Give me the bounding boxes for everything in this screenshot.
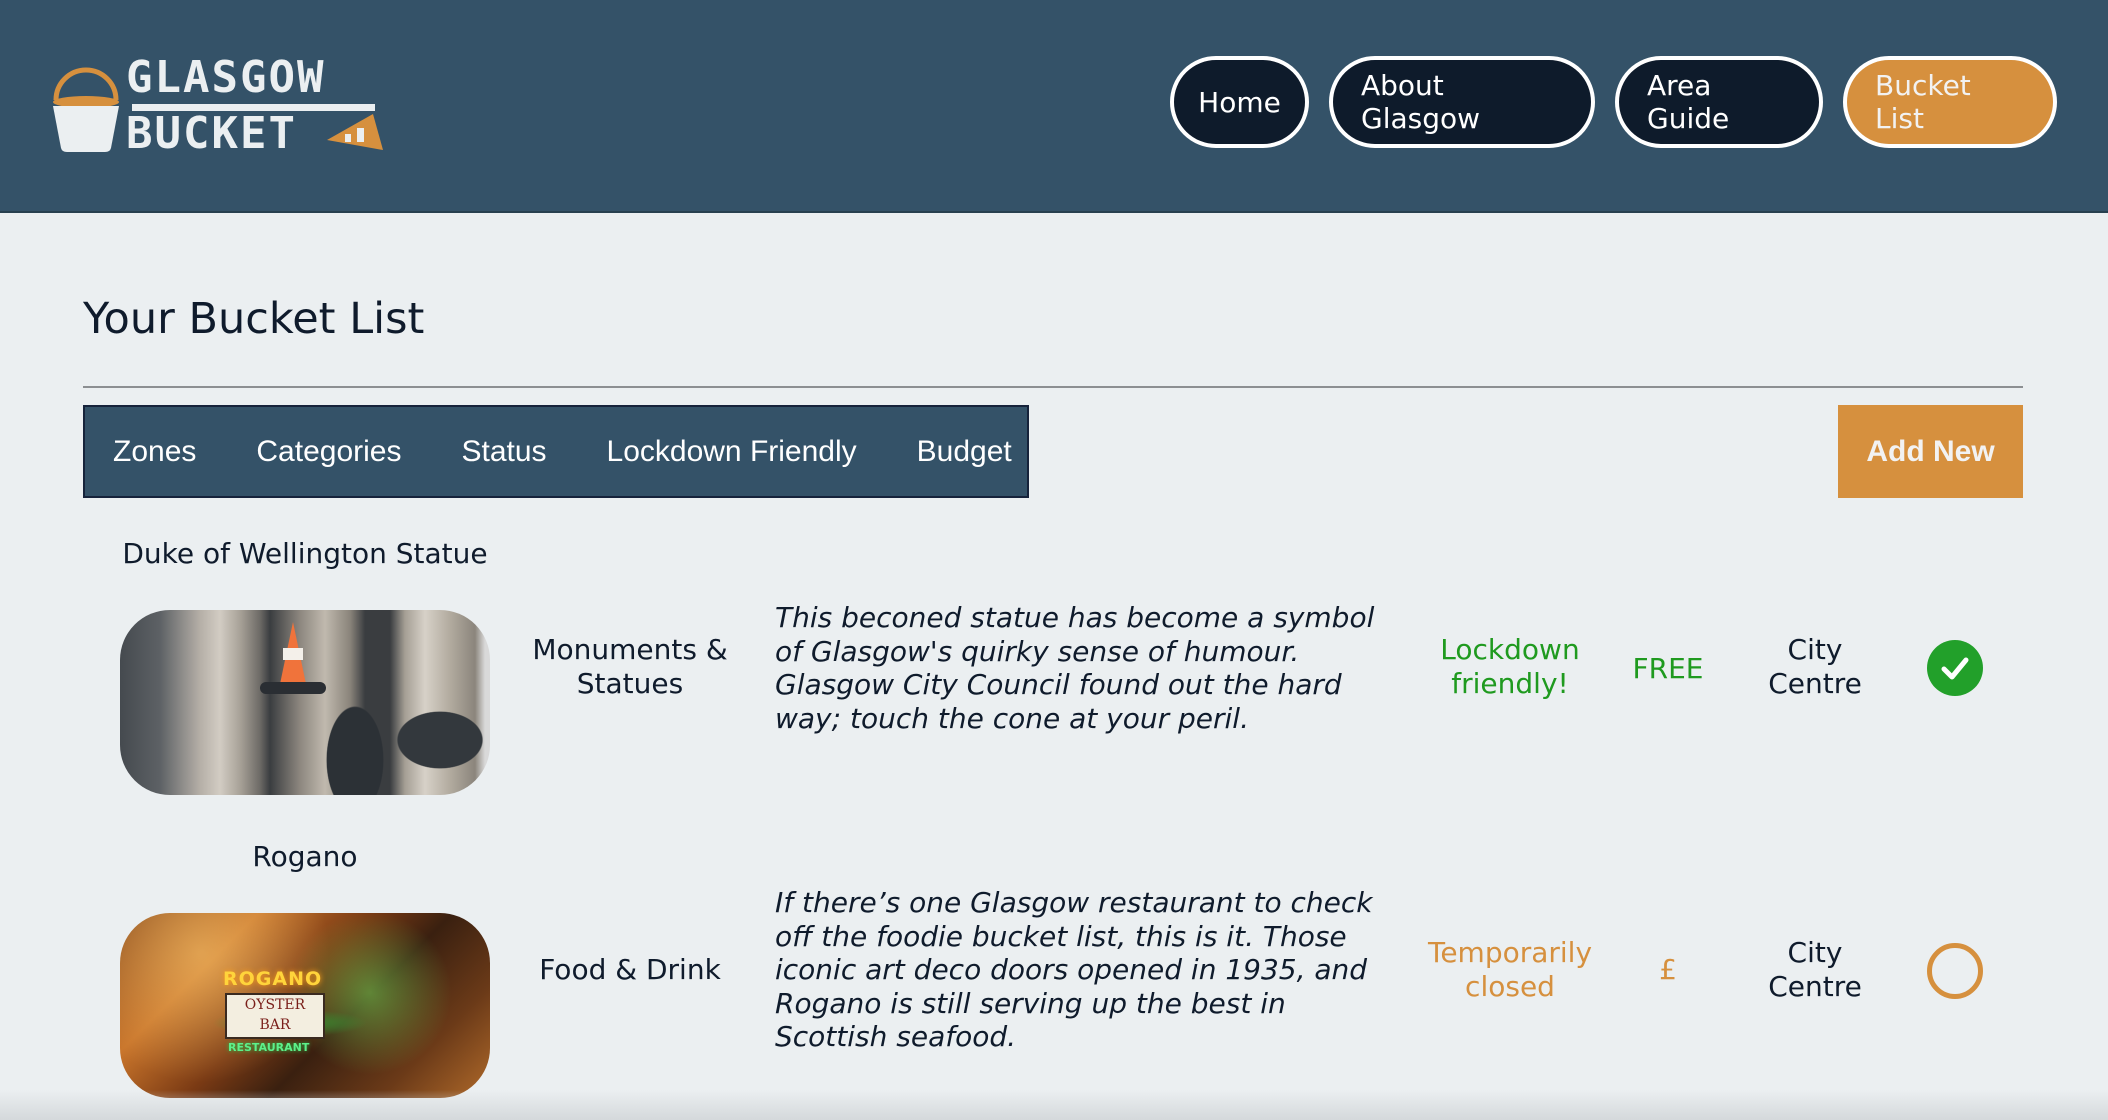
item-description: If there’s one Glasgow restaurant to che… bbox=[775, 886, 1373, 1053]
site-header: GLASGOW BUCKET Home About Glasgow Area G… bbox=[0, 0, 2108, 213]
page-title: Your Bucket List bbox=[83, 294, 425, 344]
item-status: Temporarily closed bbox=[1427, 936, 1593, 1003]
nav-area-guide[interactable]: Area Guide bbox=[1615, 56, 1823, 148]
rogano-sign-text: ROGANO bbox=[223, 968, 323, 990]
filter-categories[interactable]: Categories bbox=[256, 435, 401, 469]
add-new-button[interactable]: Add New bbox=[1838, 405, 2023, 498]
item-description: This beconed statue has become a symbol … bbox=[775, 601, 1375, 735]
title-divider bbox=[83, 386, 2023, 388]
item-status: Lockdown friendly! bbox=[1440, 633, 1580, 700]
filter-status[interactable]: Status bbox=[461, 435, 546, 469]
item-zone: City Centre bbox=[1768, 633, 1862, 700]
check-circle-icon[interactable] bbox=[1927, 640, 1983, 696]
logo-text-glasgow: GLASGOW bbox=[126, 52, 326, 103]
nav-bucket-list[interactable]: Bucket List bbox=[1843, 56, 2057, 148]
nav-about-glasgow[interactable]: About Glasgow bbox=[1329, 56, 1595, 148]
bar-text: BAR bbox=[259, 1017, 291, 1033]
item-zone: City Centre bbox=[1768, 936, 1862, 1003]
filter-budget[interactable]: Budget bbox=[917, 435, 1012, 469]
restaurant-sign-text: RESTAURANT bbox=[228, 1041, 310, 1054]
item-image-rogano[interactable]: ROGANO OYSTER BAR RESTAURANT bbox=[120, 913, 490, 1098]
statue-hat-graphic bbox=[260, 682, 326, 694]
item-category: Monuments & Statues bbox=[532, 633, 728, 700]
filter-zones[interactable]: Zones bbox=[113, 435, 196, 469]
empty-circle-icon[interactable] bbox=[1927, 943, 1983, 999]
filter-bar: Zones Categories Status Lockdown Friendl… bbox=[83, 405, 1029, 498]
item-budget: £ bbox=[1659, 953, 1677, 986]
page: GLASGOW BUCKET Home About Glasgow Area G… bbox=[0, 0, 2108, 1120]
filter-lockdown-friendly[interactable]: Lockdown Friendly bbox=[607, 435, 857, 469]
oyster-bar-sign: OYSTER BAR bbox=[225, 993, 325, 1039]
logo-text-bucket: BUCKET bbox=[126, 108, 297, 159]
item-category: Food & Drink bbox=[539, 953, 721, 986]
glasgow-bucket-logo[interactable]: GLASGOW BUCKET bbox=[48, 52, 393, 162]
item-name[interactable]: Duke of Wellington Statue bbox=[120, 537, 490, 570]
main-nav: Home About Glasgow Area Guide Bucket Lis… bbox=[1170, 56, 2057, 148]
oyster-text: OYSTER bbox=[244, 997, 306, 1013]
bucket-icon bbox=[53, 67, 119, 152]
cone-stripe-graphic bbox=[283, 648, 303, 660]
item-name[interactable]: Rogano bbox=[120, 840, 490, 873]
item-image-duke-of-wellington[interactable] bbox=[120, 610, 490, 795]
traffic-cone-icon bbox=[327, 114, 383, 150]
item-budget: FREE bbox=[1632, 652, 1704, 685]
nav-home[interactable]: Home bbox=[1170, 56, 1309, 148]
checkmark-icon bbox=[1941, 657, 1969, 680]
